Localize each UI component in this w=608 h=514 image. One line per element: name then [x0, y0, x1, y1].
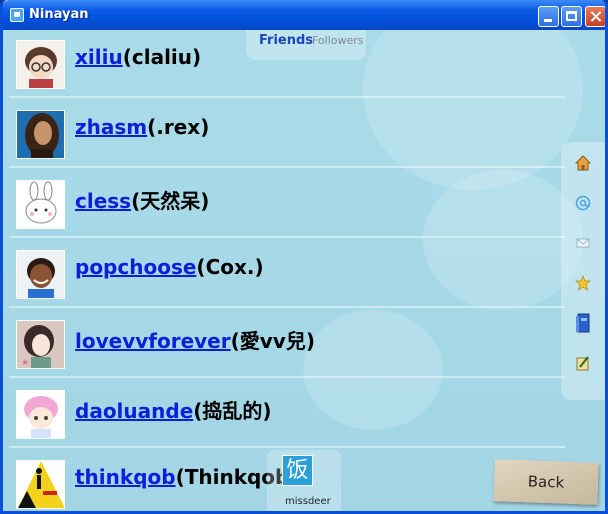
- maximize-button[interactable]: [561, 6, 582, 27]
- friend-username[interactable]: popchoose: [75, 255, 196, 279]
- star-icon[interactable]: [574, 274, 592, 292]
- friend-row[interactable]: ★ lovevvforever(愛vv兒): [3, 310, 605, 378]
- friend-row[interactable]: xiliu(claliu): [3, 30, 605, 98]
- title-bar[interactable]: Ninayan: [3, 0, 605, 30]
- row-divider: [9, 236, 565, 238]
- friend-username[interactable]: daoluande: [75, 399, 193, 423]
- friend-username[interactable]: lovevvforever: [75, 329, 231, 353]
- avatar[interactable]: [16, 390, 65, 439]
- book-icon[interactable]: [574, 312, 592, 334]
- edit-icon[interactable]: [574, 354, 592, 372]
- avatar[interactable]: [16, 40, 65, 89]
- friend-row[interactable]: cless(天然呆): [3, 170, 605, 238]
- app-icon: [10, 8, 24, 22]
- friends-view: Friends Followers xiliu(claliu) zhasm(.r…: [3, 30, 605, 511]
- row-divider: [9, 96, 565, 98]
- friend-display-name: (捣乱的): [193, 399, 272, 423]
- row-divider: [9, 306, 565, 308]
- friend-row[interactable]: daoluande(捣乱的): [3, 380, 605, 448]
- home-icon[interactable]: [574, 154, 592, 172]
- row-divider: [9, 166, 565, 168]
- app-window: Ninayan Friends Followers xiliu(claliu) …: [0, 0, 608, 514]
- friend-row[interactable]: popchoose(Cox.): [3, 240, 605, 308]
- floating-user-label: missdeer: [285, 496, 331, 507]
- window-title: Ninayan: [29, 7, 89, 22]
- friend-username[interactable]: xiliu: [75, 45, 123, 69]
- friend-display-name: (愛vv兒): [230, 329, 315, 353]
- friend-username[interactable]: zhasm: [75, 115, 147, 139]
- row-divider: [9, 446, 565, 448]
- action-sidebar: [561, 142, 605, 400]
- user-avatar-icon[interactable]: 饭: [282, 455, 313, 486]
- friend-display-name: (天然呆): [131, 189, 210, 213]
- mention-icon[interactable]: [574, 194, 592, 212]
- avatar[interactable]: [16, 110, 65, 159]
- avatar[interactable]: [16, 460, 65, 509]
- friend-username[interactable]: cless: [75, 189, 131, 213]
- friend-row[interactable]: zhasm(.rex): [3, 100, 605, 168]
- avatar[interactable]: [16, 180, 65, 229]
- row-divider: [9, 376, 565, 378]
- back-button[interactable]: Back: [493, 459, 599, 505]
- friend-username[interactable]: thinkqob: [75, 465, 176, 489]
- friend-display-name: (claliu): [122, 45, 202, 69]
- avatar[interactable]: [16, 250, 65, 299]
- friend-display-name: (.rex): [147, 115, 210, 139]
- friend-display-name: (Cox.): [196, 255, 264, 279]
- avatar[interactable]: ★: [16, 320, 65, 369]
- minimize-button[interactable]: [538, 6, 559, 27]
- svg-text:★: ★: [21, 358, 29, 368]
- mail-icon[interactable]: [574, 234, 592, 252]
- close-button[interactable]: [585, 6, 605, 27]
